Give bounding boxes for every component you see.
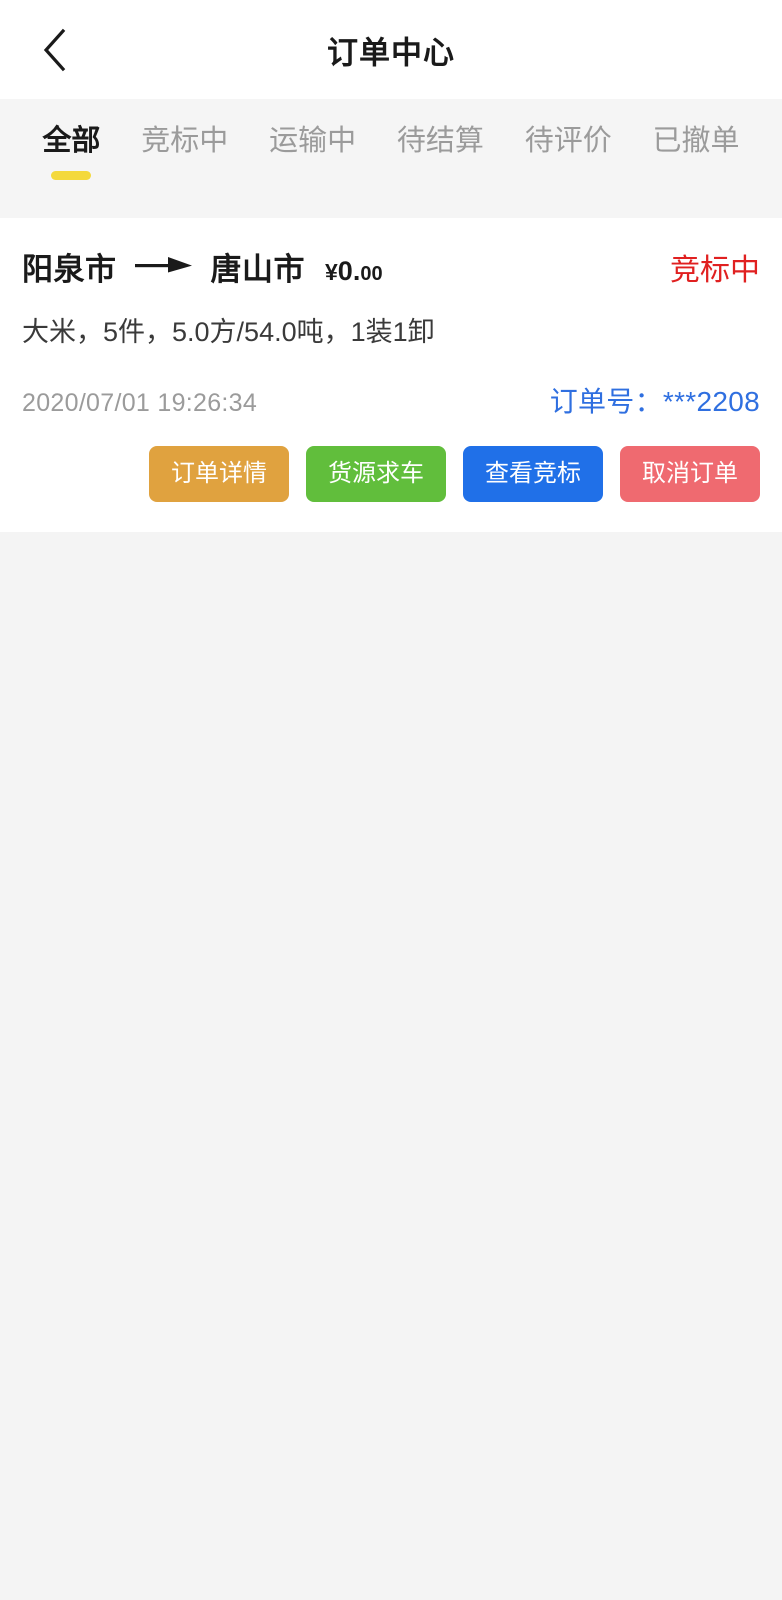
price-decimal: 00: [360, 263, 383, 285]
tab-active-indicator: [293, 171, 333, 180]
tab-label: 全部: [42, 125, 101, 157]
view-bids-button[interactable]: 查看竞标: [463, 446, 603, 503]
order-timestamp: 2020/07/01 19:26:34: [22, 389, 258, 418]
tab-pending-review[interactable]: 待评价: [504, 99, 632, 180]
currency-symbol: ¥: [325, 259, 338, 285]
tab-active-indicator: [165, 171, 205, 180]
order-center-screen: 订单中心 全部 竞标中 运输中 待结算 待评价 已撤单 阳泉市 唐山市 ¥0.0…: [0, 0, 782, 1600]
tab-active-indicator: [420, 171, 460, 180]
order-card[interactable]: 阳泉市 唐山市 ¥0.00 竞标中 大米，5件，5.0方/54.0吨，1装1卸 …: [0, 218, 782, 533]
tab-active-indicator: [548, 171, 588, 180]
origin-city: 阳泉市: [22, 252, 117, 287]
order-number: 订单号：***2208: [550, 380, 760, 420]
price-integer: 0.: [337, 256, 361, 286]
page-title: 订单中心: [327, 35, 455, 70]
order-detail-button[interactable]: 订单详情: [149, 446, 289, 503]
tab-all[interactable]: 全部: [22, 99, 121, 181]
order-card-header: 阳泉市 唐山市 ¥0.00 竞标中: [22, 244, 760, 289]
order-status-tabs: 全部 竞标中 运输中 待结算 待评价 已撤单: [0, 99, 782, 218]
cargo-description: 大米，5件，5.0方/54.0吨，1装1卸: [22, 317, 435, 347]
order-meta-row: 2020/07/01 19:26:34 订单号：***2208: [22, 380, 760, 420]
order-actions: 订单详情 货源求车 查看竞标 取消订单: [22, 446, 760, 503]
arrow-right-icon: [134, 253, 193, 281]
tab-label: 运输中: [269, 125, 357, 157]
tab-in-transit[interactable]: 运输中: [249, 99, 377, 180]
tab-bidding[interactable]: 竞标中: [121, 99, 249, 180]
order-price: ¥0.00: [325, 256, 383, 287]
app-header: 订单中心: [0, 0, 782, 99]
order-list-empty-area: [0, 532, 782, 1600]
tab-active-indicator: [676, 171, 716, 180]
tab-active-indicator: [51, 171, 92, 181]
order-route: 阳泉市 唐山市 ¥0.00: [22, 244, 383, 289]
tab-label: 已撤单: [652, 125, 740, 157]
tab-cancelled[interactable]: 已撤单: [632, 99, 760, 180]
status-badge: 竞标中: [670, 254, 760, 287]
destination-city: 唐山市: [210, 252, 305, 287]
cancel-order-button[interactable]: 取消订单: [620, 446, 760, 503]
tab-label: 竞标中: [141, 125, 229, 157]
tab-label: 待结算: [396, 125, 484, 157]
order-number-value: ***2208: [662, 386, 760, 418]
order-number-label: 订单号：: [549, 386, 663, 418]
tab-pending-settlement[interactable]: 待结算: [376, 99, 504, 180]
tab-label: 待评价: [524, 125, 612, 157]
request-truck-button[interactable]: 货源求车: [306, 446, 446, 503]
